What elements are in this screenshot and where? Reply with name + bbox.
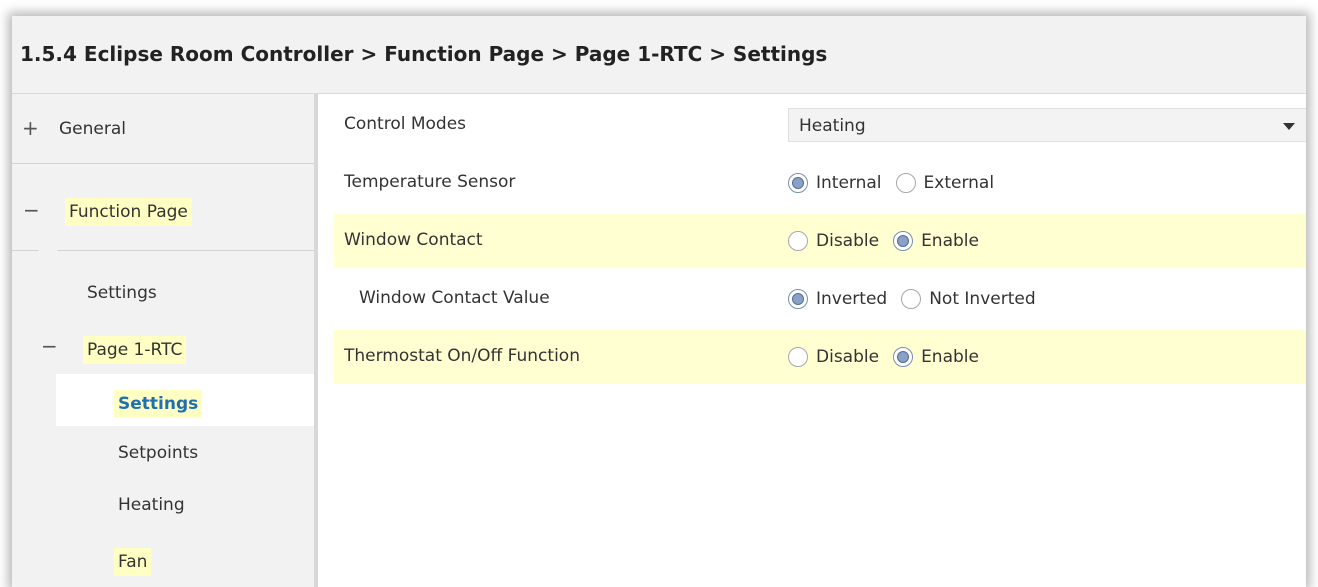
param-row-window-contact: Window Contact Disable Enable <box>334 214 1306 268</box>
sidebar-item-heating[interactable]: Heating <box>12 478 314 530</box>
radio-button-selected[interactable] <box>893 347 914 367</box>
sidebar-item-label: Settings <box>87 283 157 303</box>
param-label: Window Contact <box>344 230 483 250</box>
sidebar-item-fan[interactable]: Fan <box>12 530 314 584</box>
thermostat-radio-group: Disable Enable <box>788 344 993 370</box>
radio-not-inverted[interactable]: Not Inverted <box>901 289 1036 309</box>
radio-label: Disable <box>816 347 880 367</box>
sidebar-item-setpoints[interactable]: Setpoints <box>12 426 314 478</box>
radio-label: Not Inverted <box>929 289 1036 309</box>
sidebar-item-label: General <box>59 119 126 139</box>
radio-internal[interactable]: Internal <box>788 173 882 193</box>
radio-label: Enable <box>921 231 979 251</box>
app-window: 1.5.4 Eclipse Room Controller > Function… <box>12 16 1306 587</box>
radio-inverted[interactable]: Inverted <box>788 289 887 309</box>
param-label: Thermostat On/Off Function <box>344 346 580 366</box>
control-modes-select[interactable]: Heating <box>788 108 1306 142</box>
radio-button-selected[interactable] <box>788 289 808 309</box>
breadcrumb-title: 1.5.4 Eclipse Room Controller > Function… <box>20 42 828 66</box>
param-label: Window Contact Value <box>359 288 550 308</box>
collapse-icon[interactable]: − <box>23 200 40 220</box>
radio-label: Inverted <box>816 289 888 309</box>
radio-external[interactable]: External <box>895 173 995 193</box>
sidebar-item-label: Heating <box>118 495 185 515</box>
sidebar-item-general[interactable]: + General <box>12 94 314 164</box>
selection-pointer <box>38 250 58 260</box>
sidebar: + General − Function Page Settings − Pag… <box>12 94 318 587</box>
radio-enable[interactable]: Enable <box>893 231 979 251</box>
param-row-window-contact-value: Window Contact Value Inverted Not Invert… <box>334 272 1306 326</box>
sidebar-item-page1-rtc[interactable]: − Page 1-RTC <box>12 320 314 374</box>
radio-button[interactable] <box>901 289 922 309</box>
temperature-sensor-radio-group: Internal External <box>788 170 1008 196</box>
radio-label: Internal <box>816 173 882 193</box>
param-label: Control Modes <box>344 114 467 134</box>
sidebar-item-settings[interactable]: Settings <box>12 264 314 320</box>
expand-icon[interactable]: + <box>22 118 39 138</box>
radio-disable[interactable]: Disable <box>788 347 879 367</box>
window-contact-value-radio-group: Inverted Not Inverted <box>788 286 1050 312</box>
sidebar-item-label: Settings <box>114 390 203 418</box>
param-label: Temperature Sensor <box>344 172 516 192</box>
radio-button[interactable] <box>788 347 808 367</box>
radio-button-selected[interactable] <box>893 231 914 251</box>
param-row-control-modes: Control Modes Heating <box>334 98 1306 152</box>
sidebar-item-page1-settings[interactable]: Settings <box>56 374 314 426</box>
sidebar-item-label: Fan <box>114 548 152 576</box>
radio-label: External <box>923 173 995 193</box>
radio-label: Disable <box>816 231 880 251</box>
sidebar-item-label: Function Page <box>65 198 192 226</box>
window-contact-radio-group: Disable Enable <box>788 228 993 254</box>
radio-button[interactable] <box>895 173 916 193</box>
sidebar-item-function-page[interactable]: − Function Page <box>12 164 314 250</box>
sidebar-item-label: Setpoints <box>118 443 199 463</box>
collapse-icon[interactable]: − <box>41 336 58 356</box>
radio-enable[interactable]: Enable <box>893 347 979 367</box>
select-value: Heating <box>799 116 866 136</box>
dropdown-arrow-icon[interactable] <box>1283 123 1295 130</box>
param-row-thermostat-onoff: Thermostat On/Off Function Disable Enabl… <box>334 330 1306 384</box>
sidebar-item-label: Page 1-RTC <box>83 336 187 364</box>
radio-button-selected[interactable] <box>788 173 808 193</box>
title-bar: 1.5.4 Eclipse Room Controller > Function… <box>12 16 1306 94</box>
radio-disable[interactable]: Disable <box>788 231 879 251</box>
param-row-temperature-sensor: Temperature Sensor Internal External <box>334 156 1306 210</box>
parameter-panel: Control Modes Heating Temperature Sensor… <box>318 94 1306 587</box>
radio-label: Enable <box>921 347 979 367</box>
radio-button[interactable] <box>788 231 808 251</box>
